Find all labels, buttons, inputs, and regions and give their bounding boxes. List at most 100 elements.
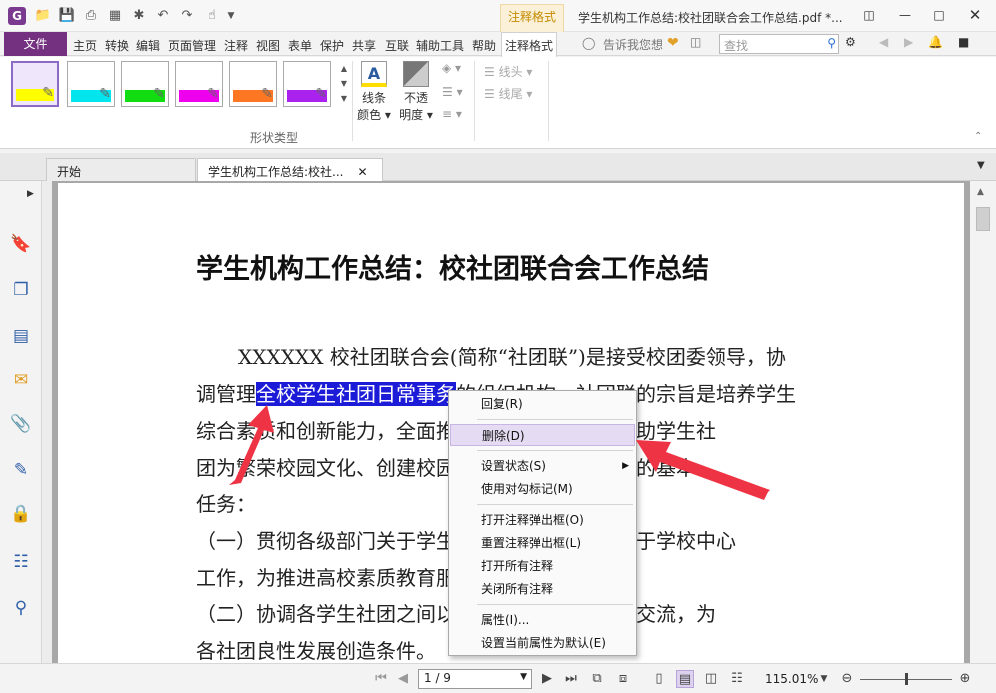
page-dropdown-icon[interactable]: ▼	[520, 672, 527, 682]
menu-item-open-all[interactable]: 打开所有注释	[450, 555, 635, 577]
tab-close-icon[interactable]: ✕	[358, 165, 368, 179]
menu-item-reply[interactable]: 回复(R)	[450, 393, 635, 415]
line-start-dropdown[interactable]: ☰ 线头 ▾	[484, 63, 532, 80]
bookmark-icon[interactable]: 🔖	[10, 233, 32, 255]
tab-protect[interactable]: 保护	[320, 37, 344, 54]
shape-style-yellow[interactable]: ✎	[11, 61, 59, 107]
menu-item-set-default[interactable]: 设置当前属性为默认(E)	[450, 632, 635, 654]
user-avatar-icon[interactable]: ■	[958, 35, 969, 49]
tab-convert[interactable]: 转换	[105, 37, 129, 54]
extract-pages-icon[interactable]: ⧉	[588, 670, 606, 688]
gallery-scroll[interactable]: ▲ ▼ ▼	[338, 61, 350, 107]
fill-color-icon[interactable]: ◈ ▾	[442, 61, 461, 75]
zoom-in-icon[interactable]: ⊕	[956, 670, 974, 688]
lock-icon[interactable]: 🔒	[10, 503, 32, 525]
shape-style-purple[interactable]: ✎	[283, 61, 331, 107]
menu-item-close-all[interactable]: 关闭所有注释	[450, 578, 635, 600]
tab-comment-format[interactable]: 注释格式	[501, 32, 558, 57]
close-button[interactable]: ✕	[958, 4, 992, 26]
panel-splitter[interactable]	[42, 181, 52, 663]
single-page-view-icon[interactable]: ▯	[650, 670, 668, 688]
shape-style-magenta[interactable]: ✎	[175, 61, 223, 107]
next-page-icon[interactable]: ▶	[538, 670, 556, 688]
file-tab[interactable]: 文件	[4, 32, 67, 56]
continuous-view-icon[interactable]: ▤	[676, 670, 694, 688]
form-fields-icon[interactable]: ☷	[10, 551, 32, 573]
menu-item-set-status[interactable]: 设置状态(S) ▶	[450, 455, 635, 477]
menu-item-reset-popup[interactable]: 重置注释弹出框(L)	[450, 532, 635, 554]
shape-style-orange[interactable]: ✎	[229, 61, 277, 107]
tab-accessibility[interactable]: 辅助工具	[416, 37, 464, 54]
prev-arrow-icon[interactable]: ◀	[879, 35, 888, 49]
zoom-out-icon[interactable]: ⊖	[838, 670, 856, 688]
insert-pages-icon[interactable]: ⧈	[614, 670, 632, 688]
search-input[interactable]: 查找 ⚲	[719, 34, 839, 54]
save-icon[interactable]: 💾	[58, 7, 76, 25]
line-end-dropdown[interactable]: ☰ 线尾 ▾	[484, 85, 532, 102]
search-tools-icon[interactable]: ⚲	[10, 597, 32, 619]
tab-page-manage[interactable]: 页面管理	[168, 37, 216, 54]
expand-panel-icon[interactable]: ▶	[27, 189, 34, 199]
shape-style-green[interactable]: ✎	[121, 61, 169, 107]
tab-form[interactable]: 表单	[288, 37, 312, 54]
tab-view[interactable]: 视图	[256, 37, 280, 54]
page-thumbnails-icon[interactable]: ❐	[10, 279, 32, 301]
restore-ribbon-icon[interactable]: ◫	[852, 4, 886, 26]
tab-help[interactable]: 帮助	[472, 37, 496, 54]
highlighted-text[interactable]: 全校学生社团日常事务	[256, 382, 456, 406]
menu-item-delete[interactable]: 删除(D)	[450, 424, 635, 446]
app-logo-icon[interactable]: G	[8, 7, 26, 25]
attachments-icon[interactable]: 📎	[10, 413, 32, 435]
line-color-button[interactable]: A 线条 颜色 ▾	[356, 61, 392, 123]
window-title: 学生机构工作总结:校社团联合会工作总结.pdf *...	[578, 11, 843, 25]
tab-edit[interactable]: 编辑	[136, 37, 160, 54]
hand-tool-icon[interactable]: ☝	[203, 7, 221, 25]
tell-me-input[interactable]: 告诉我您想	[603, 36, 663, 53]
next-arrow-icon[interactable]: ▶	[904, 35, 913, 49]
menu-item-properties[interactable]: 属性(I)...	[450, 609, 635, 631]
tab-comment[interactable]: 注释	[224, 37, 248, 54]
page-number-field[interactable]: 1 / 9 ▼	[418, 669, 532, 689]
signature-icon[interactable]: ✎	[10, 459, 32, 481]
tab-list-dropdown-icon[interactable]: ▼	[977, 160, 985, 171]
prev-page-icon[interactable]: ◀	[394, 670, 412, 688]
tab-document[interactable]: 学生机构工作总结:校社... ✕	[197, 158, 383, 181]
tab-connect[interactable]: 互联	[385, 37, 409, 54]
redo-icon[interactable]: ↷	[178, 7, 196, 25]
heart-icon[interactable]: ❤	[667, 35, 679, 51]
menu-item-open-popup[interactable]: 打开注释弹出框(O)	[450, 509, 635, 531]
scroll-up-icon[interactable]: ▲	[977, 187, 984, 197]
scroll-thumb[interactable]	[976, 207, 990, 231]
minimize-button[interactable]: —	[888, 4, 922, 26]
gear-icon[interactable]: ⚙	[845, 35, 856, 49]
tab-home[interactable]: 主页	[73, 37, 97, 54]
continuous-facing-view-icon[interactable]: ☷	[728, 670, 746, 688]
new-icon[interactable]: ✱	[130, 7, 148, 25]
opacity-button[interactable]: 不透 明度 ▾	[398, 61, 434, 123]
collapse-ribbon-icon[interactable]: ⌃	[974, 131, 982, 142]
zoom-level[interactable]: 115.01%	[765, 672, 818, 686]
last-page-icon[interactable]: ⏭	[562, 670, 580, 688]
facing-view-icon[interactable]: ◫	[702, 670, 720, 688]
shape-style-cyan[interactable]: ✎	[67, 61, 115, 107]
open-folder-icon[interactable]: 📁	[34, 7, 52, 25]
vertical-scrollbar[interactable]: ▲	[970, 181, 996, 663]
line-style-icon[interactable]: ☰ ▾	[442, 85, 463, 99]
search-icon[interactable]: ⚲	[827, 36, 836, 50]
maximize-button[interactable]: □	[922, 4, 956, 26]
find-options-icon[interactable]: ◫	[690, 35, 701, 49]
print-icon[interactable]: ⎙	[82, 7, 100, 25]
undo-icon[interactable]: ↶	[154, 7, 172, 25]
comments-icon[interactable]: ✉	[10, 369, 32, 391]
tab-share[interactable]: 共享	[352, 37, 376, 54]
customize-dropdown-icon[interactable]: ▼	[222, 7, 240, 25]
zoom-dropdown-icon[interactable]: ▼	[815, 670, 833, 688]
layers-icon[interactable]: ▤	[10, 325, 32, 347]
zoom-slider-handle[interactable]	[905, 673, 908, 685]
line-width-icon[interactable]: ≡ ▾	[442, 107, 462, 121]
bell-icon[interactable]: 🔔	[928, 35, 943, 49]
menu-item-checkmark[interactable]: 使用对勾标记(M)	[450, 478, 635, 500]
tab-start[interactable]: 开始	[46, 158, 196, 181]
scan-icon[interactable]: ▦	[106, 7, 124, 25]
first-page-icon[interactable]: ⏮	[372, 670, 390, 688]
